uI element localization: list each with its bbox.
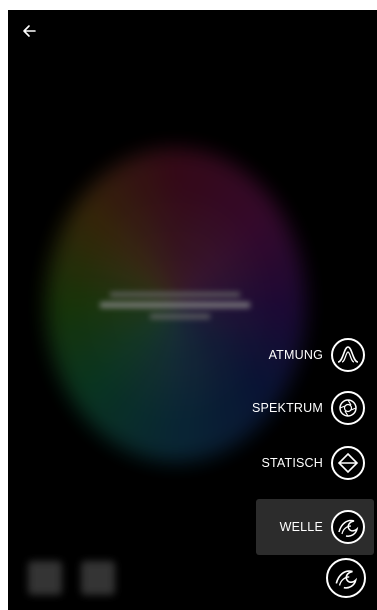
spectrum-aperture-icon: [331, 391, 365, 425]
mode-item-spektrum[interactable]: SPEKTRUM: [252, 391, 365, 425]
wave-icon: [335, 570, 358, 589]
mode-item-atmung[interactable]: ATMUNG: [269, 338, 365, 372]
bottom-control-2[interactable]: [81, 561, 115, 595]
static-diamond-icon: [331, 446, 365, 480]
mode-label-welle: WELLE: [279, 520, 323, 534]
mode-item-welle[interactable]: WELLE: [255, 499, 374, 555]
back-button[interactable]: [18, 20, 40, 42]
bottom-control-1[interactable]: [28, 561, 62, 595]
mode-label-spektrum: SPEKTRUM: [251, 401, 323, 415]
mode-item-statisch[interactable]: STATISCH: [261, 446, 365, 480]
wave-icon: [331, 510, 365, 544]
mode-label-statisch: STATISCH: [261, 456, 323, 470]
breathing-curve-icon: [331, 338, 365, 372]
mode-label-atmung: ATMUNG: [268, 348, 323, 362]
mode-toggle-button[interactable]: [326, 558, 366, 598]
app-screen: ATMUNG SPEKTRUM STATISCH WELLE: [8, 10, 377, 610]
arrow-left-icon: [23, 25, 36, 37]
color-wheel-blurred-label: [100, 290, 250, 324]
